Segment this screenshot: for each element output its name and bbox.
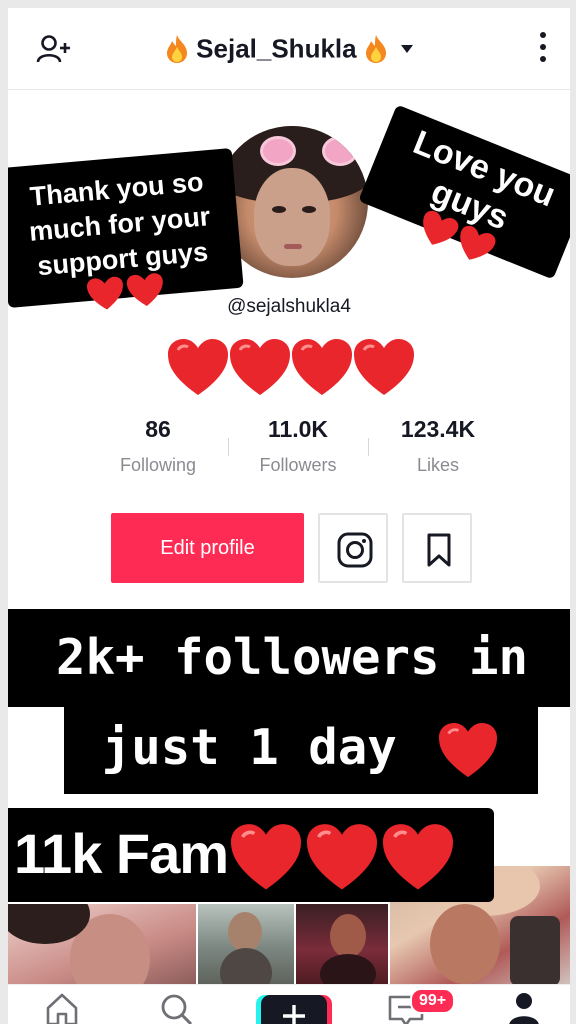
username-title: Sejal_Shukla (196, 33, 357, 64)
video-thumbnail[interactable] (8, 904, 196, 988)
love-you-sticker: Love you guys (358, 104, 570, 280)
heart-icon (354, 339, 414, 395)
followers-count: 11.0K (267, 416, 329, 442)
flame-icon (365, 35, 386, 64)
heart-icon (307, 824, 378, 890)
bottom-nav (8, 984, 570, 1024)
followers-label: Followers (259, 455, 337, 475)
top-bar: Sejal_Shukla (8, 8, 570, 90)
home-icon[interactable] (44, 991, 80, 1024)
heart-icon (231, 824, 302, 890)
instagram-button[interactable] (318, 513, 388, 583)
flame-icon (166, 35, 187, 64)
search-icon[interactable] (158, 991, 194, 1024)
heart-icon (230, 339, 290, 395)
profile-screen: Sejal_Shukla Thank you so much for your … (8, 8, 570, 1024)
instagram-icon (337, 532, 373, 568)
heart-icon (439, 722, 498, 777)
profile-handle: @sejalshukla4 (227, 296, 351, 317)
profile-icon[interactable] (508, 991, 540, 1024)
video-thumbnail[interactable] (198, 904, 294, 988)
likes-count: 123.4K (400, 416, 476, 442)
chevron-down-icon[interactable] (401, 45, 414, 54)
fam-banner: 11k Fam (8, 808, 494, 902)
heart-emoji-row (166, 338, 418, 402)
create-video-button[interactable] (256, 993, 332, 1024)
followers-stat[interactable]: 11.0K Followers (228, 416, 368, 476)
profile-stats: 86 Following 11.0K Followers 123.4K Like… (88, 416, 508, 486)
likes-stat[interactable]: 123.4K Likes (368, 416, 508, 476)
fam-text: 11k Fam (14, 822, 229, 885)
heart-icon (383, 824, 454, 890)
followers-banner-line2: just 1 day (64, 702, 538, 794)
favorites-button[interactable] (402, 513, 472, 583)
inbox-badge: 99+ (410, 988, 456, 1014)
heart-icon (292, 339, 352, 395)
following-label: Following (119, 455, 197, 475)
likes-label: Likes (416, 455, 460, 475)
heart-icon (168, 339, 228, 395)
following-stat[interactable]: 86 Following (88, 416, 228, 476)
thank-you-sticker: Thank you so much for your support guys (8, 147, 244, 310)
video-thumbnail[interactable] (296, 904, 388, 988)
followers-banner-line1: 2k+ followers in (8, 609, 570, 707)
following-count: 86 (145, 416, 171, 442)
bookmark-icon (427, 533, 451, 567)
more-options-icon[interactable] (538, 32, 548, 66)
username-switcher[interactable]: Sejal_Shukla (8, 32, 570, 65)
banner-text: just 1 day (101, 719, 397, 776)
edit-profile-button[interactable]: Edit profile (111, 513, 304, 583)
